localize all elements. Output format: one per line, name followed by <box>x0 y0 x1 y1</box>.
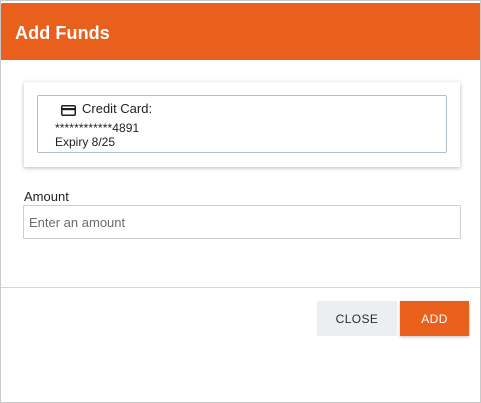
dialog-header: Add Funds <box>1 3 480 60</box>
payment-method-panel: Credit Card: ************4891 Expiry 8/2… <box>24 82 460 167</box>
card-type-label: Credit Card: <box>82 101 153 116</box>
add-button[interactable]: ADD <box>400 301 469 336</box>
amount-label: Amount <box>24 189 69 204</box>
amount-input[interactable] <box>23 205 461 239</box>
card-expiry: Expiry 8/25 <box>55 135 116 149</box>
credit-card-option[interactable]: Credit Card: ************4891 Expiry 8/2… <box>37 95 447 153</box>
close-button[interactable]: CLOSE <box>317 301 397 336</box>
add-funds-dialog: Add Funds Credit Card: ************4891 … <box>0 0 481 403</box>
dialog-title: Add Funds <box>15 23 110 43</box>
footer-divider <box>1 287 480 288</box>
credit-card-icon <box>61 103 76 116</box>
card-number: ************4891 <box>55 121 140 135</box>
